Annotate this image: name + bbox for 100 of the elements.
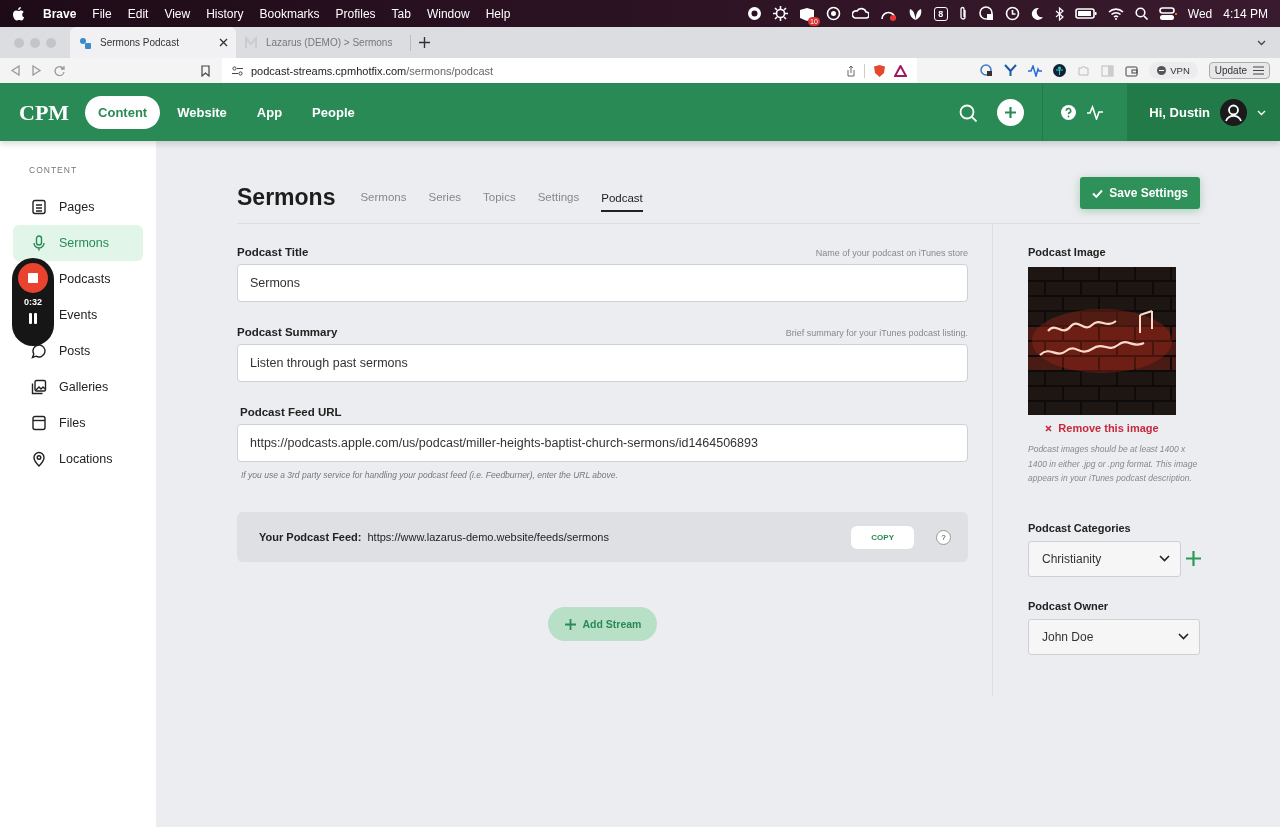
file-box-icon bbox=[31, 415, 47, 431]
funnel-icon[interactable] bbox=[1004, 64, 1018, 77]
pulse-icon[interactable] bbox=[1028, 64, 1043, 77]
field-label: Podcast Owner bbox=[1028, 599, 1110, 612]
cloud-icon[interactable] bbox=[851, 7, 869, 20]
wallet-icon[interactable] bbox=[1125, 64, 1139, 77]
sidebar-item[interactable]: Podcasts bbox=[59, 272, 111, 286]
document-icon bbox=[31, 199, 47, 215]
paperclip-icon[interactable] bbox=[958, 6, 968, 21]
reload-icon[interactable] bbox=[54, 65, 65, 76]
forward-icon[interactable] bbox=[32, 65, 42, 76]
url-text: podcast-streams.cpmhotfix.com/sermons/podcast bbox=[251, 64, 494, 77]
field-label: Podcast Summary bbox=[237, 326, 338, 338]
close-icon[interactable] bbox=[219, 38, 228, 47]
field-label: Podcast Title bbox=[237, 246, 309, 258]
help-icon[interactable] bbox=[1061, 105, 1077, 120]
field-label: Podcast Categories bbox=[1028, 521, 1132, 534]
sidebar-item[interactable]: Files bbox=[59, 416, 86, 430]
minus-circle-icon bbox=[1157, 66, 1167, 75]
pause-icon[interactable] bbox=[28, 313, 38, 324]
sidebar-heading: CONTENT bbox=[29, 165, 79, 175]
triangle-icon[interactable] bbox=[894, 64, 907, 77]
field-hint: Brief summary for your iTunes podcast listing. bbox=[785, 328, 968, 338]
copy-button[interactable]: COPY bbox=[851, 525, 914, 549]
add-circle-icon[interactable] bbox=[997, 99, 1025, 126]
menu-item[interactable]: History bbox=[198, 6, 252, 21]
menu-icon bbox=[1253, 66, 1264, 75]
tab-title: Lazarus (DEMO) > Sermons bbox=[266, 37, 393, 48]
sidebar-item[interactable]: Sermons bbox=[13, 225, 143, 261]
field-hint: Name of your podcast on iTunes store bbox=[815, 248, 968, 258]
stop-record-icon[interactable] bbox=[18, 263, 48, 293]
bookmark-icon[interactable] bbox=[201, 64, 210, 77]
browser-tab[interactable]: Lazarus (DEMO) > Sermons bbox=[236, 27, 402, 58]
wifi-icon[interactable] bbox=[1107, 7, 1124, 20]
calendar-icon[interactable]: 8 bbox=[933, 6, 948, 21]
check-icon bbox=[1092, 188, 1104, 198]
image-note: Podcast images should be at least 1400 x 1400 in either .jpg or .png format. This image appears in your iTunes podcast description. bbox=[1028, 443, 1199, 485]
input-field[interactable]: Sermons bbox=[237, 264, 968, 302]
chevron-down-icon bbox=[1178, 633, 1189, 640]
tune-icon bbox=[232, 65, 243, 76]
category-select[interactable]: Christianity bbox=[1028, 540, 1181, 577]
chevron-down-icon[interactable] bbox=[1257, 39, 1266, 46]
save-settings-button[interactable]: Save Settings bbox=[1080, 177, 1200, 209]
section-tab[interactable]: Podcast bbox=[601, 184, 643, 212]
menu-item[interactable]: Bookmarks bbox=[251, 6, 328, 21]
back-icon[interactable] bbox=[10, 65, 20, 76]
remove-image-link[interactable]: Remove this image bbox=[1028, 422, 1176, 434]
recording-time: 0:32 bbox=[24, 297, 42, 307]
circle-icon[interactable] bbox=[746, 6, 762, 21]
search-icon[interactable] bbox=[1134, 7, 1148, 20]
user-greeting[interactable]: Hi, Dustin bbox=[1149, 105, 1210, 120]
field-label: Podcast Image bbox=[1028, 246, 1107, 258]
box-icon[interactable] bbox=[798, 6, 815, 21]
menu-item[interactable]: Tab bbox=[383, 6, 419, 21]
menubar-day: Wed bbox=[1187, 6, 1213, 21]
input-field[interactable]: Listen through past sermons bbox=[237, 344, 968, 382]
plus-icon[interactable] bbox=[419, 37, 430, 48]
address-bar[interactable]: podcast-streams.cpmhotfix.com/sermons/podcast bbox=[222, 58, 917, 83]
menu-item[interactable]: File bbox=[84, 6, 120, 21]
feed-url: https://www.lazarus-demo.website/feeds/sermons bbox=[367, 531, 609, 543]
input-field[interactable]: https://podcasts.apple.com/us/podcast/miller-heights-baptist-church-sermons/id1464506893 bbox=[237, 424, 968, 462]
menu-item[interactable]: Edit bbox=[119, 6, 157, 21]
menu-item[interactable]: View bbox=[156, 6, 199, 21]
menu-item[interactable]: Window bbox=[418, 6, 478, 21]
add-icon[interactable] bbox=[1186, 551, 1201, 566]
help-button[interactable]: ? bbox=[936, 529, 951, 545]
toggle-icon[interactable] bbox=[1158, 6, 1177, 21]
menu-item[interactable]: Help bbox=[477, 6, 519, 21]
nav-tab[interactable]: Website bbox=[164, 96, 240, 129]
menubar-clock: 4:14 PM bbox=[1223, 6, 1268, 21]
nav-tab[interactable]: Content bbox=[85, 96, 161, 129]
sidebar-item[interactable]: Posts bbox=[59, 344, 91, 358]
browser-tab[interactable]: Sermons Podcast bbox=[70, 27, 236, 58]
app-menu[interactable]: Brave bbox=[35, 6, 85, 21]
nav-tab[interactable]: App bbox=[243, 96, 296, 129]
plus-icon bbox=[564, 618, 576, 630]
sidebar-item[interactable]: Pages bbox=[59, 200, 95, 214]
field-label: Podcast Feed URL bbox=[240, 406, 342, 418]
bluetooth-icon[interactable] bbox=[1054, 6, 1064, 21]
clock-icon[interactable] bbox=[1004, 6, 1020, 21]
menu-item[interactable]: Profiles bbox=[327, 6, 384, 21]
feed-label: Your Podcast Feed: bbox=[259, 531, 362, 543]
battery-icon[interactable] bbox=[1074, 8, 1097, 19]
leaf-icon[interactable] bbox=[907, 6, 923, 21]
logo[interactable]: CPM bbox=[19, 99, 70, 126]
field-note: If you use a 3rd party service for handling your podcast feed (i.e. Feedburner), enter the URL above. bbox=[241, 470, 619, 480]
images-icon bbox=[31, 379, 47, 395]
sidebar-item[interactable]: Galleries bbox=[59, 380, 109, 394]
avatar-icon[interactable] bbox=[1220, 99, 1247, 126]
nav-tab[interactable]: People bbox=[299, 96, 368, 129]
tab-title: Sermons Podcast bbox=[100, 37, 179, 48]
owner-select[interactable]: John Doe bbox=[1028, 618, 1200, 655]
vpn-button[interactable]: VPN bbox=[1149, 62, 1198, 79]
sidebar-item[interactable]: Locations bbox=[59, 452, 113, 466]
sidebar-item[interactable]: Events bbox=[59, 308, 98, 322]
share-icon[interactable] bbox=[846, 64, 856, 77]
map-pin-icon bbox=[31, 451, 47, 467]
update-button[interactable]: Update bbox=[1208, 62, 1270, 79]
moon-icon[interactable] bbox=[1030, 7, 1044, 20]
target-icon[interactable] bbox=[825, 6, 841, 21]
